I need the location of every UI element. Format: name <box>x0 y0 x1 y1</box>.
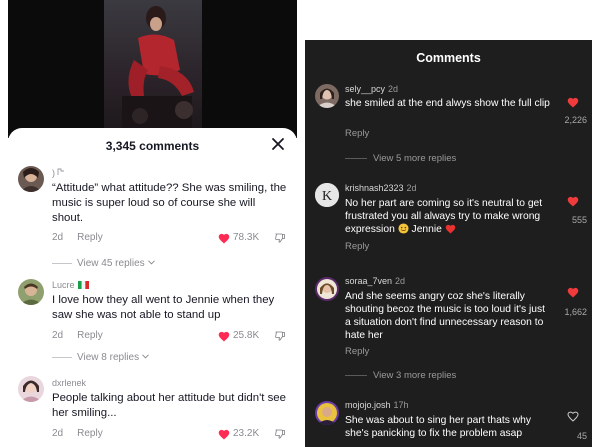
comments-count-title: 3,345 comments <box>105 139 200 153</box>
like-count: 25.8K <box>233 330 260 341</box>
comment-meta: 2d Reply <box>52 330 103 341</box>
reply-button[interactable]: Reply <box>77 330 103 341</box>
dislike-icon[interactable] <box>274 428 286 440</box>
avatar[interactable] <box>315 401 339 425</box>
divider <box>345 374 367 376</box>
flag-icon <box>77 281 89 289</box>
heart-icon[interactable] <box>567 196 579 207</box>
flag-icon <box>57 168 64 175</box>
comment-time: 17h <box>393 400 409 410</box>
like-count: 1,662 <box>564 307 587 317</box>
comment-time: 2d <box>52 232 64 243</box>
comment-username[interactable]: sely__pcy 2d <box>345 84 398 94</box>
reply-button[interactable]: Reply <box>345 346 369 357</box>
comment-text: She was about to sing her part thats why… <box>345 415 532 439</box>
heart-icon[interactable] <box>567 97 579 108</box>
comment-text: No her part are coming so it's neutral t… <box>345 198 543 235</box>
chevron-down-icon <box>147 260 155 265</box>
view-more-replies-link[interactable]: View 3 more replies <box>345 370 456 381</box>
dislike-icon[interactable] <box>274 232 286 244</box>
comment-time: 2d <box>52 330 64 341</box>
reply-button[interactable]: Reply <box>77 428 103 439</box>
comment-meta: 2d Reply <box>52 428 103 439</box>
avatar[interactable] <box>18 376 44 402</box>
tiktok-comments-screenshot: 3,345 comments ) “Attitude” what attitud… <box>8 0 297 447</box>
comment-text: “Attitude” what attitude?? She was smili… <box>52 182 287 224</box>
comment-text-suffix: Jennie <box>411 224 442 235</box>
comment-text: People talking about her attitude but di… <box>52 392 286 419</box>
comment-time: 2d <box>388 84 399 94</box>
heart-icon[interactable] <box>218 233 230 244</box>
reply-button[interactable]: Reply <box>77 232 103 243</box>
comment-time: 2d <box>395 276 406 286</box>
comment-time: 2d <box>406 183 417 193</box>
divider <box>52 262 72 264</box>
heart-icon[interactable] <box>567 287 579 298</box>
video-preview[interactable] <box>8 0 297 138</box>
divider <box>52 356 72 358</box>
reply-button[interactable]: Reply <box>345 241 369 252</box>
comments-sheet: 3,345 comments ) “Attitude” what attitud… <box>8 128 297 447</box>
comment-username[interactable]: soraa_7ven 2d <box>345 276 405 286</box>
avatar[interactable] <box>315 277 339 301</box>
avatar[interactable] <box>315 84 339 108</box>
view-replies-link[interactable]: View 45 replies <box>52 258 155 269</box>
heart-icon[interactable] <box>567 411 579 422</box>
like-count: 555 <box>571 215 587 225</box>
comment-username[interactable]: Lucre <box>52 280 89 290</box>
close-icon[interactable] <box>270 136 286 152</box>
view-replies-link[interactable]: View 8 replies <box>52 352 149 363</box>
comment-text: she smiled at the end alwys show the ful… <box>345 98 550 109</box>
like-count: 23.2K <box>233 428 260 439</box>
instagram-comments-screenshot: Comments sely__pcy 2d she smiled at the e… <box>305 40 592 447</box>
avatar[interactable]: K <box>315 183 339 207</box>
comment-username[interactable]: mojojo.josh 17h <box>345 400 409 410</box>
view-more-replies-link[interactable]: View 5 more replies <box>345 153 456 164</box>
like-count: 45 <box>576 431 587 441</box>
chevron-down-icon <box>142 354 149 359</box>
svg-text:K: K <box>322 189 332 204</box>
comment-username[interactable]: ) <box>52 168 65 178</box>
comment-time: 2d <box>52 428 64 439</box>
comment-username[interactable]: krishnash2323 2d <box>345 183 417 193</box>
avatar[interactable] <box>18 279 44 305</box>
comments-title: Comments <box>416 51 481 65</box>
comment-username[interactable]: dxrlenek <box>52 378 86 388</box>
dislike-icon[interactable] <box>274 330 286 342</box>
like-count: 2,226 <box>564 115 587 125</box>
performer-photo <box>122 6 194 138</box>
heart-icon[interactable] <box>218 429 230 440</box>
avatar[interactable] <box>18 166 44 192</box>
comment-text: I love how they all went to Jennie when … <box>52 294 275 321</box>
comment-meta: 2d Reply <box>52 232 103 243</box>
comment-text: And she seems angry coz she's literally … <box>345 291 545 341</box>
divider <box>345 157 367 159</box>
reply-button[interactable]: Reply <box>345 128 369 139</box>
smile-emoji-icon <box>398 223 409 234</box>
red-heart-emoji-icon <box>445 224 456 234</box>
heart-icon[interactable] <box>218 331 230 342</box>
like-count: 78.3K <box>233 232 260 243</box>
video-frame <box>104 0 202 138</box>
